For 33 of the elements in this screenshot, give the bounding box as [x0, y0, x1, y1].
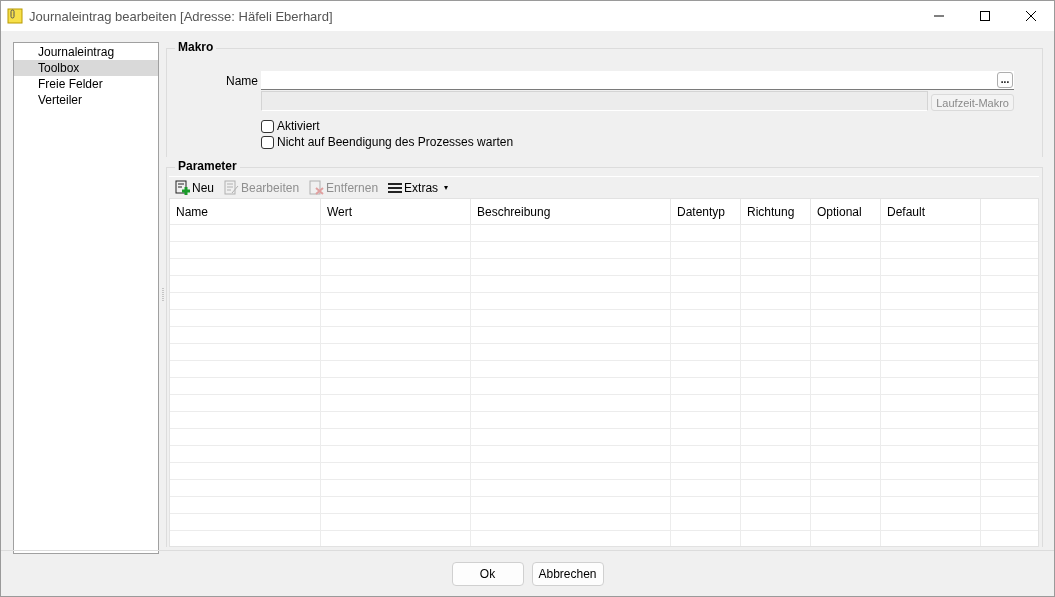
- sidebar-item[interactable]: Journaleintrag: [14, 44, 158, 60]
- sidebar-item[interactable]: Toolbox: [14, 60, 158, 76]
- name-field[interactable]: ...: [261, 71, 1014, 90]
- notebook-icon: [7, 8, 23, 24]
- checkbox-label: Aktiviert: [277, 119, 320, 133]
- checkbox[interactable]: [261, 135, 274, 149]
- column-header[interactable]: Beschreibung: [471, 199, 671, 224]
- column-header[interactable]: Optional: [811, 199, 881, 224]
- column-header[interactable]: Name: [170, 199, 321, 224]
- add-document-icon: [175, 180, 190, 195]
- splitter-grip-icon[interactable]: [161, 287, 164, 302]
- toolbar-button[interactable]: Neu: [175, 180, 214, 195]
- sidebar-item[interactable]: Freie Felder: [14, 76, 158, 92]
- close-icon[interactable]: [1026, 11, 1036, 21]
- group-title: Makro: [175, 40, 217, 54]
- delete-document-icon: [309, 180, 325, 195]
- ok-button[interactable]: Ok: [451, 561, 524, 586]
- column-header[interactable]: Default: [881, 199, 981, 224]
- cancel-button[interactable]: Abbrechen: [531, 561, 604, 586]
- column-header[interactable]: Datentyp: [671, 199, 741, 224]
- menu-icon: [388, 181, 403, 194]
- window-title: Journaleintrag bearbeiten [Adresse: Häfeli Eberhard]: [29, 8, 334, 24]
- column-header[interactable]: Richtung: [741, 199, 811, 224]
- maximize-icon[interactable]: [980, 11, 990, 21]
- column-header[interactable]: Wert: [321, 199, 471, 224]
- edit-document-icon: [224, 180, 239, 195]
- group-title: Parameter: [175, 159, 240, 173]
- checkbox-label: Nicht auf Beendigung des Prozesses warten: [277, 135, 514, 149]
- toolbar-button[interactable]: Extras ▾: [388, 180, 449, 195]
- sidebar-item[interactable]: Verteiler: [14, 92, 158, 108]
- checkbox[interactable]: [261, 119, 274, 133]
- field-label: Name: [225, 73, 258, 88]
- browse-button[interactable]: ...: [997, 72, 1013, 88]
